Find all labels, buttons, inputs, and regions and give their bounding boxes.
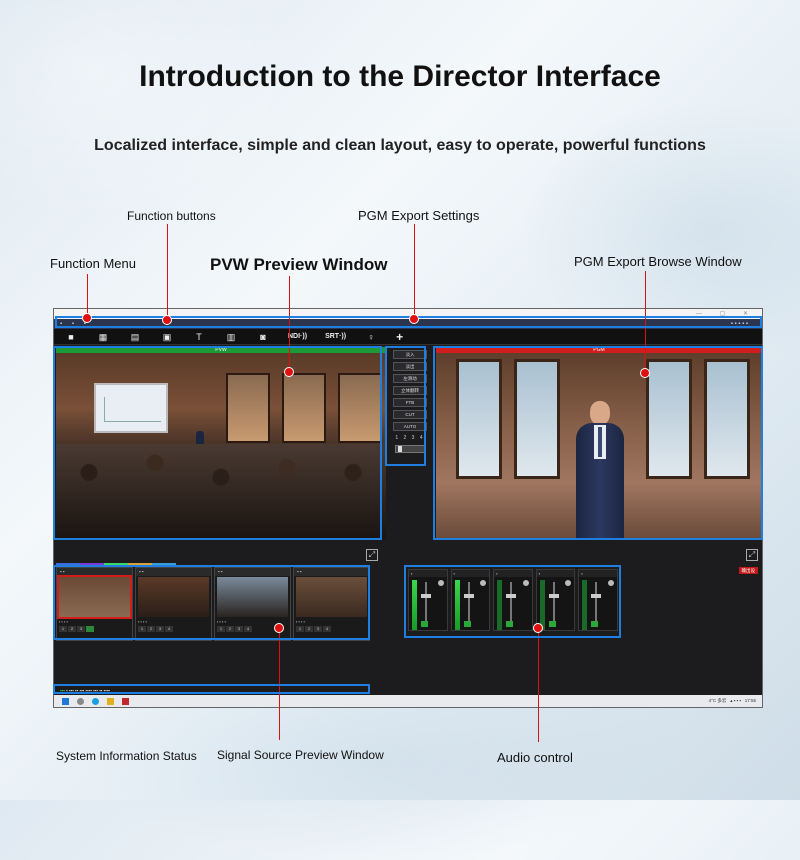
callout-audio-control: Audio control [497, 750, 573, 765]
callout-line [167, 224, 168, 320]
text-icon[interactable]: T [192, 332, 206, 342]
weather-text: 4°C 多云 [708, 698, 727, 703]
callout-signal-source-preview-window: Signal Source Preview Window [217, 748, 384, 762]
film-icon[interactable]: ▤ [128, 332, 142, 342]
callout-dot [274, 623, 284, 633]
browser-icon[interactable]: ◙ [256, 332, 270, 342]
pvw-highlight [53, 346, 382, 540]
callout-dot [640, 368, 650, 378]
camera-icon[interactable]: ■ [64, 332, 78, 342]
page-subtitle: Localized interface, simple and clean la… [94, 137, 706, 154]
function-buttons-toolbar: ■ ▦ ▤ ▣ T ▥ ◙ NDI·)) SRT·)) ♀ + [54, 329, 762, 345]
callout-function-menu: Function Menu [50, 256, 136, 271]
pgm-settings-highlight [385, 346, 426, 466]
app-icon[interactable] [122, 697, 129, 705]
callout-pgm-export-settings: PGM Export Settings [358, 208, 480, 223]
expand-icon[interactable]: ⤢ [366, 549, 378, 561]
callout-dot [162, 315, 172, 325]
output-setting-tag[interactable]: 输出设 [738, 567, 758, 574]
folder-icon[interactable] [107, 697, 114, 705]
microphone-icon[interactable]: ♀ [364, 332, 378, 342]
system-status-highlight [53, 684, 370, 694]
windows-start-icon[interactable] [62, 697, 69, 705]
os-taskbar: 4°C 多云 ▴ ▪ ▪ ▪ 17:55 [54, 695, 762, 707]
callout-line [538, 628, 539, 742]
background-glow [0, 0, 300, 220]
add-source-button[interactable]: + [396, 330, 403, 344]
callout-line [414, 224, 415, 319]
callout-function-buttons: Function buttons [127, 209, 216, 223]
pgm-highlight [433, 346, 763, 540]
image-icon[interactable]: ▣ [160, 332, 174, 342]
subtitle-icon[interactable]: ▥ [224, 332, 238, 342]
signal-source-highlight [53, 565, 370, 640]
browser-icon[interactable] [92, 697, 99, 705]
system-tray: 4°C 多云 ▴ ▪ ▪ ▪ 17:55 [708, 698, 756, 703]
expand-icon[interactable]: ⤢ [746, 549, 758, 561]
callout-dot [82, 313, 92, 323]
callout-line [87, 274, 88, 318]
callout-dot [409, 314, 419, 324]
callout-dot [533, 623, 543, 633]
callout-dot [284, 367, 294, 377]
clock-text: 17:55 [744, 698, 756, 703]
callout-pgm-export-browse-window: PGM Export Browse Window [574, 254, 742, 269]
page-title: Introduction to the Director Interface [139, 60, 661, 93]
audio-control-highlight [404, 565, 621, 638]
srt-button[interactable]: SRT·)) [325, 333, 346, 340]
ndi-button[interactable]: NDI·)) [288, 333, 307, 340]
search-icon[interactable] [77, 697, 84, 705]
video-file-icon[interactable]: ▦ [96, 332, 110, 342]
callout-system-information-status: System Information Status [56, 749, 197, 763]
callout-pvw-preview-window: PVW Preview Window [210, 255, 388, 274]
